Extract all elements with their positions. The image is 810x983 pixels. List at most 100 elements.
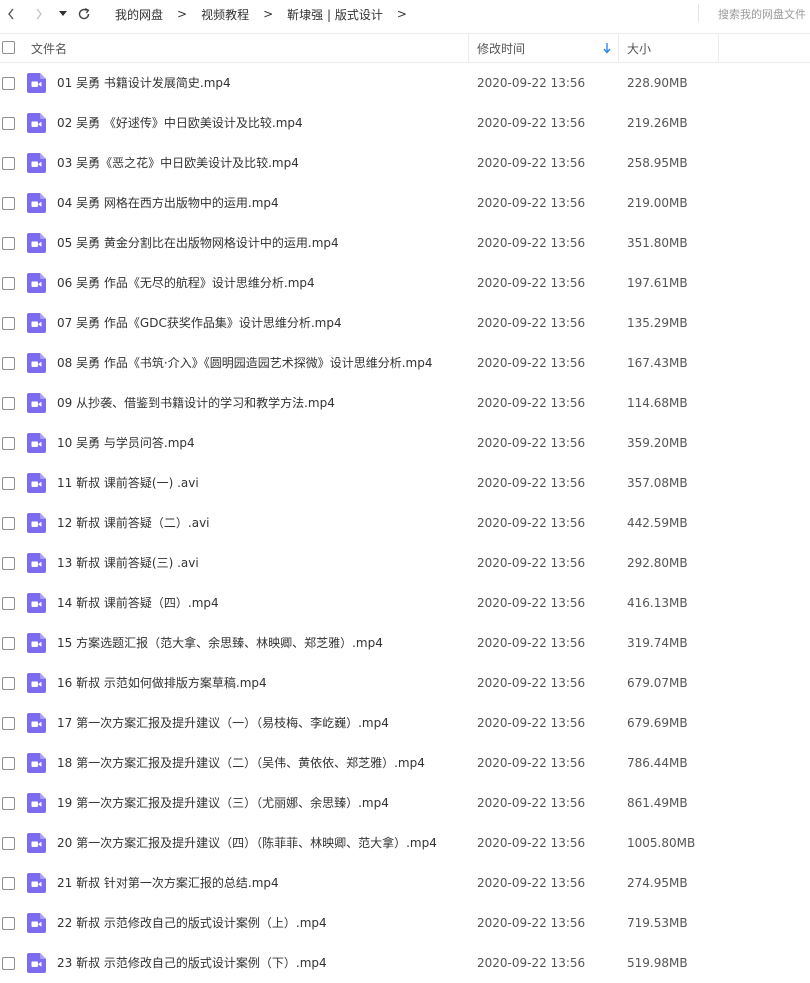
video-file-icon (27, 553, 46, 573)
file-name[interactable]: 21 靳叔 针对第一次方案汇报的总结.mp4 (57, 863, 279, 903)
file-name[interactable]: 07 吴勇 作品《GDC获奖作品集》设计思维分析.mp4 (57, 303, 342, 343)
video-file-icon (27, 273, 46, 293)
file-row[interactable]: 17 第一次方案汇报及提升建议（一）（易枝梅、李屹巍）.mp4 2020-09-2… (0, 703, 810, 743)
refresh-button[interactable] (74, 4, 94, 24)
row-checkbox[interactable] (2, 957, 15, 970)
file-name[interactable]: 23 靳叔 示范修改自己的版式设计案例（下）.mp4 (57, 943, 327, 983)
row-checkbox[interactable] (2, 917, 15, 930)
file-row[interactable]: 11 靳叔 课前答疑(一) .avi 2020-09-22 13:56 357.08… (0, 463, 810, 503)
search-input[interactable]: 搜索我的网盘文件 (718, 0, 806, 28)
row-checkbox[interactable] (2, 157, 15, 170)
file-name[interactable]: 13 靳叔 课前答疑(三) .avi (57, 543, 199, 583)
history-dropdown-button[interactable] (56, 4, 70, 24)
file-modified-time: 2020-09-22 13:56 (477, 436, 586, 450)
back-button[interactable] (2, 4, 20, 24)
row-checkbox[interactable] (2, 837, 15, 850)
file-name[interactable]: 20 第一次方案汇报及提升建议（四）（陈菲菲、林映卿、范大拿）.mp4 (57, 823, 437, 863)
file-row[interactable]: 12 靳叔 课前答疑（二）.avi 2020-09-22 13:56 442.59M… (0, 503, 810, 543)
forward-button[interactable] (30, 4, 48, 24)
row-checkbox[interactable] (2, 517, 15, 530)
file-size: 319.74MB (627, 636, 688, 650)
row-checkbox[interactable] (2, 637, 15, 650)
column-header-size[interactable]: 大小 (627, 34, 651, 62)
file-row[interactable]: 09 从抄袭、借鉴到书籍设计的学习和教学方法.mp4 2020-09-22 13:… (0, 383, 810, 423)
select-all-checkbox[interactable] (2, 41, 15, 54)
file-name[interactable]: 12 靳叔 课前答疑（二）.avi (57, 503, 210, 543)
video-file-icon (27, 593, 46, 613)
breadcrumb-item-video-tutorials[interactable]: 视频教程 (201, 6, 249, 23)
file-name[interactable]: 14 靳叔 课前答疑（四）.mp4 (57, 583, 219, 623)
sort-arrow-down-icon[interactable] (603, 43, 611, 54)
row-checkbox[interactable] (2, 677, 15, 690)
file-name[interactable]: 17 第一次方案汇报及提升建议（一）（易枝梅、李屹巍）.mp4 (57, 703, 389, 743)
file-size: 679.69MB (627, 716, 688, 730)
file-size: 416.13MB (627, 596, 688, 610)
file-row[interactable]: 14 靳叔 课前答疑（四）.mp4 2020-09-22 13:56 416.13M… (0, 583, 810, 623)
row-checkbox[interactable] (2, 757, 15, 770)
row-checkbox[interactable] (2, 237, 15, 250)
file-row[interactable]: 22 靳叔 示范修改自己的版式设计案例（上）.mp4 2020-09-22 13:… (0, 903, 810, 943)
row-checkbox[interactable] (2, 397, 15, 410)
file-row[interactable]: 04 吴勇 网格在西方出版物中的运用.mp4 2020-09-22 13:56 21… (0, 183, 810, 223)
file-modified-time: 2020-09-22 13:56 (477, 476, 586, 490)
row-checkbox[interactable] (2, 797, 15, 810)
file-name[interactable]: 10 吴勇 与学员问答.mp4 (57, 423, 195, 463)
row-checkbox[interactable] (2, 197, 15, 210)
file-row[interactable]: 21 靳叔 针对第一次方案汇报的总结.mp4 2020-09-22 13:56 27… (0, 863, 810, 903)
breadcrumb-item-my-drive[interactable]: 我的网盘 (115, 6, 163, 23)
column-divider[interactable] (718, 34, 719, 62)
file-row[interactable]: 13 靳叔 课前答疑(三) .avi 2020-09-22 13:56 292.80… (0, 543, 810, 583)
file-row[interactable]: 20 第一次方案汇报及提升建议（四）（陈菲菲、林映卿、范大拿）.mp4 2020-… (0, 823, 810, 863)
row-checkbox[interactable] (2, 277, 15, 290)
file-name[interactable]: 22 靳叔 示范修改自己的版式设计案例（上）.mp4 (57, 903, 327, 943)
file-name[interactable]: 19 第一次方案汇报及提升建议（三）（尤丽娜、余思臻）.mp4 (57, 783, 389, 823)
column-divider[interactable] (468, 34, 469, 62)
file-row[interactable]: 15 方案选题汇报（范大拿、余思臻、林映卿、郑芝雅）.mp4 2020-09-22… (0, 623, 810, 663)
file-name[interactable]: 09 从抄袭、借鉴到书籍设计的学习和教学方法.mp4 (57, 383, 335, 423)
row-checkbox[interactable] (2, 597, 15, 610)
file-row[interactable]: 10 吴勇 与学员问答.mp4 2020-09-22 13:56 359.20MB (0, 423, 810, 463)
file-name[interactable]: 18 第一次方案汇报及提升建议（二）（吴伟、黄依依、郑芝雅）.mp4 (57, 743, 425, 783)
file-modified-time: 2020-09-22 13:56 (477, 596, 586, 610)
file-row[interactable]: 23 靳叔 示范修改自己的版式设计案例（下）.mp4 2020-09-22 13:… (0, 943, 810, 983)
file-size: 357.08MB (627, 476, 688, 490)
row-checkbox[interactable] (2, 117, 15, 130)
row-checkbox[interactable] (2, 877, 15, 890)
file-name[interactable]: 08 吴勇 作品《书筑·介入》《圆明园造园艺术探微》设计思维分析.mp4 (57, 343, 432, 383)
row-checkbox[interactable] (2, 717, 15, 730)
row-checkbox[interactable] (2, 557, 15, 570)
row-checkbox[interactable] (2, 477, 15, 490)
row-checkbox[interactable] (2, 317, 15, 330)
file-row[interactable]: 06 吴勇 作品《无尽的航程》设计思维分析.mp4 2020-09-22 13:5… (0, 263, 810, 303)
row-checkbox[interactable] (2, 357, 15, 370)
file-row[interactable]: 19 第一次方案汇报及提升建议（三）（尤丽娜、余思臻）.mp4 2020-09-2… (0, 783, 810, 823)
file-name[interactable]: 05 吴勇 黄金分割比在出版物网格设计中的运用.mp4 (57, 223, 339, 263)
file-name[interactable]: 02 吴勇 《好逑传》中日欧美设计及比较.mp4 (57, 103, 303, 143)
file-name[interactable]: 06 吴勇 作品《无尽的航程》设计思维分析.mp4 (57, 263, 315, 303)
video-file-icon (27, 393, 46, 413)
file-name[interactable]: 01 吴勇 书籍设计发展简史.mp4 (57, 63, 231, 103)
file-size: 519.98MB (627, 956, 688, 970)
file-row[interactable]: 03 吴勇《恶之花》中日欧美设计及比较.mp4 2020-09-22 13:56 2… (0, 143, 810, 183)
file-row[interactable]: 18 第一次方案汇报及提升建议（二）（吴伟、黄依依、郑芝雅）.mp4 2020-0… (0, 743, 810, 783)
file-row[interactable]: 07 吴勇 作品《GDC获奖作品集》设计思维分析.mp4 2020-09-22 1… (0, 303, 810, 343)
file-list: 01 吴勇 书籍设计发展简史.mp4 2020-09-22 13:56 228.90… (0, 63, 810, 983)
file-row[interactable]: 02 吴勇 《好逑传》中日欧美设计及比较.mp4 2020-09-22 13:56… (0, 103, 810, 143)
file-name[interactable]: 16 靳叔 示范如何做排版方案草稿.mp4 (57, 663, 267, 703)
file-size: 228.90MB (627, 76, 688, 90)
column-divider[interactable] (618, 34, 619, 62)
row-checkbox[interactable] (2, 77, 15, 90)
column-header-name[interactable]: 文件名 (31, 34, 67, 62)
file-row[interactable]: 01 吴勇 书籍设计发展简史.mp4 2020-09-22 13:56 228.90… (0, 63, 810, 103)
file-row[interactable]: 16 靳叔 示范如何做排版方案草稿.mp4 2020-09-22 13:56 679… (0, 663, 810, 703)
file-name[interactable]: 11 靳叔 课前答疑(一) .avi (57, 463, 199, 503)
file-size: 719.53MB (627, 916, 688, 930)
file-name[interactable]: 15 方案选题汇报（范大拿、余思臻、林映卿、郑芝雅）.mp4 (57, 623, 383, 663)
file-name[interactable]: 03 吴勇《恶之花》中日欧美设计及比较.mp4 (57, 143, 299, 183)
row-checkbox[interactable] (2, 437, 15, 450)
file-row[interactable]: 05 吴勇 黄金分割比在出版物网格设计中的运用.mp4 2020-09-22 13… (0, 223, 810, 263)
column-header-time[interactable]: 修改时间 (477, 34, 525, 62)
file-name[interactable]: 04 吴勇 网格在西方出版物中的运用.mp4 (57, 183, 279, 223)
breadcrumb-item-current-folder[interactable]: 靳埭强 | 版式设计 (287, 6, 383, 23)
file-row[interactable]: 08 吴勇 作品《书筑·介入》《圆明园造园艺术探微》设计思维分析.mp4 2020… (0, 343, 810, 383)
